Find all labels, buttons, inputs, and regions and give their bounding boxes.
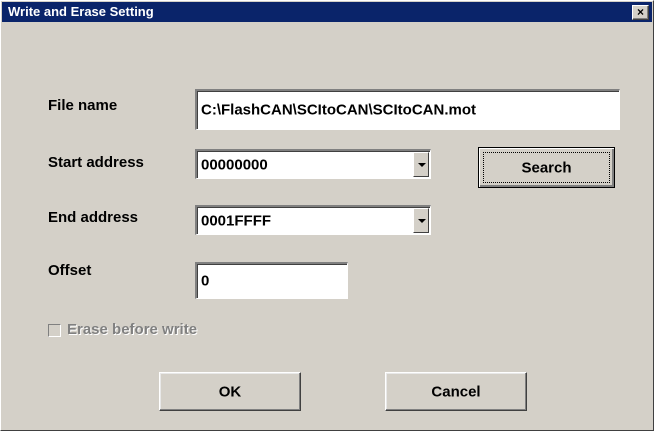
file-name-value: C:\FlashCAN\SCItoCAN\SCItoCAN.mot (201, 101, 476, 119)
file-name-label: File name (48, 97, 118, 114)
start-address-dropdown-button[interactable] (413, 152, 429, 177)
cancel-button-label: Cancel (431, 383, 481, 400)
end-address-label: End address (48, 209, 139, 226)
end-address-select[interactable]: 0001FFFF (195, 205, 431, 235)
search-button-label: Search (521, 159, 572, 176)
offset-input[interactable]: 0 (195, 262, 348, 299)
start-address-select[interactable]: 00000000 (195, 149, 431, 179)
start-address-label: Start address (48, 154, 144, 171)
cancel-button[interactable]: Cancel (385, 372, 527, 411)
end-address-value: 0001FFFF (201, 212, 272, 229)
erase-checkbox[interactable] (48, 324, 61, 337)
chevron-down-icon (418, 162, 426, 167)
end-address-dropdown-button[interactable] (413, 208, 429, 233)
search-button[interactable]: Search (478, 147, 615, 188)
close-icon: × (636, 5, 644, 19)
erase-checkbox-label: Erase before write (67, 321, 198, 338)
close-button[interactable]: × (632, 5, 649, 20)
dialog-window: Write and Erase Setting × File name C:\F… (0, 0, 654, 431)
window-title: Write and Erase Setting (8, 4, 154, 19)
file-name-input[interactable]: C:\FlashCAN\SCItoCAN\SCItoCAN.mot (195, 89, 620, 130)
ok-button-label: OK (218, 383, 242, 400)
ok-button[interactable]: OK (159, 372, 301, 411)
start-address-value: 00000000 (201, 156, 268, 173)
title-bar[interactable]: Write and Erase Setting × (2, 2, 652, 22)
offset-label: Offset (48, 262, 92, 279)
offset-value: 0 (201, 272, 210, 290)
chevron-down-icon (418, 218, 426, 223)
